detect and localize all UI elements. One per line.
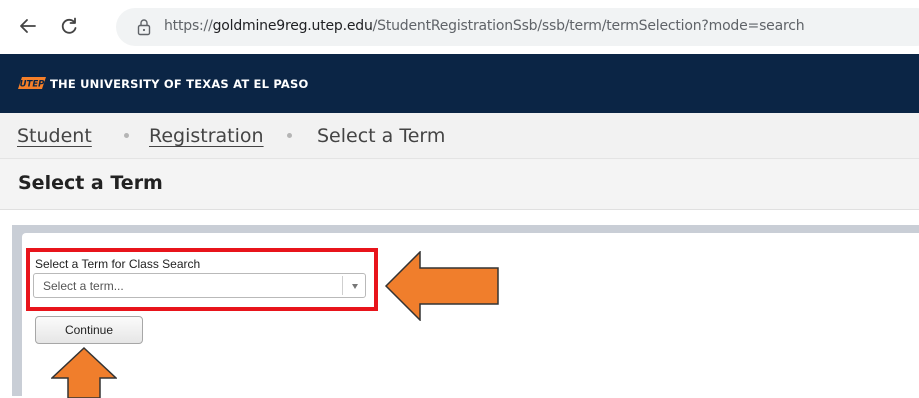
- back-button[interactable]: [16, 14, 40, 38]
- breadcrumb: Student Registration Select a Term: [0, 113, 919, 159]
- breadcrumb-current: Select a Term: [317, 125, 446, 147]
- reload-button[interactable]: [57, 14, 81, 38]
- breadcrumb-separator: [287, 133, 292, 138]
- svg-text:UTEP: UTEP: [20, 80, 46, 90]
- breadcrumb-student-link[interactable]: Student: [17, 125, 92, 147]
- page-title-bar: Select a Term: [0, 159, 919, 210]
- back-arrow-icon: [20, 19, 36, 33]
- page-title: Select a Term: [18, 172, 163, 194]
- arrow-up-icon: [51, 346, 117, 398]
- university-header: UTEP THE UNIVERSITY OF TEXAS AT EL PASO: [0, 54, 919, 113]
- utep-logo[interactable]: UTEP: [18, 76, 46, 90]
- arrow-left-icon: [384, 251, 499, 321]
- reload-icon: [61, 17, 77, 34]
- url-host: goldmine9reg.utep.edu: [212, 18, 373, 34]
- site-info-icon[interactable]: [136, 18, 152, 36]
- breadcrumb-registration-link[interactable]: Registration: [149, 125, 264, 147]
- highlight-box: [26, 248, 378, 311]
- url-prefix: https://: [164, 18, 213, 34]
- browser-toolbar: https://goldmine9reg.utep.edu/StudentReg…: [0, 0, 919, 54]
- breadcrumb-separator: [124, 133, 129, 138]
- continue-button[interactable]: Continue: [35, 316, 143, 344]
- university-name[interactable]: THE UNIVERSITY OF TEXAS AT EL PASO: [50, 77, 308, 91]
- address-bar[interactable]: https://goldmine9reg.utep.edu/StudentReg…: [116, 8, 919, 46]
- url-text: https://goldmine9reg.utep.edu/StudentReg…: [164, 18, 805, 34]
- url-path: /StudentRegistrationSsb/ssb/term/termSel…: [372, 18, 805, 34]
